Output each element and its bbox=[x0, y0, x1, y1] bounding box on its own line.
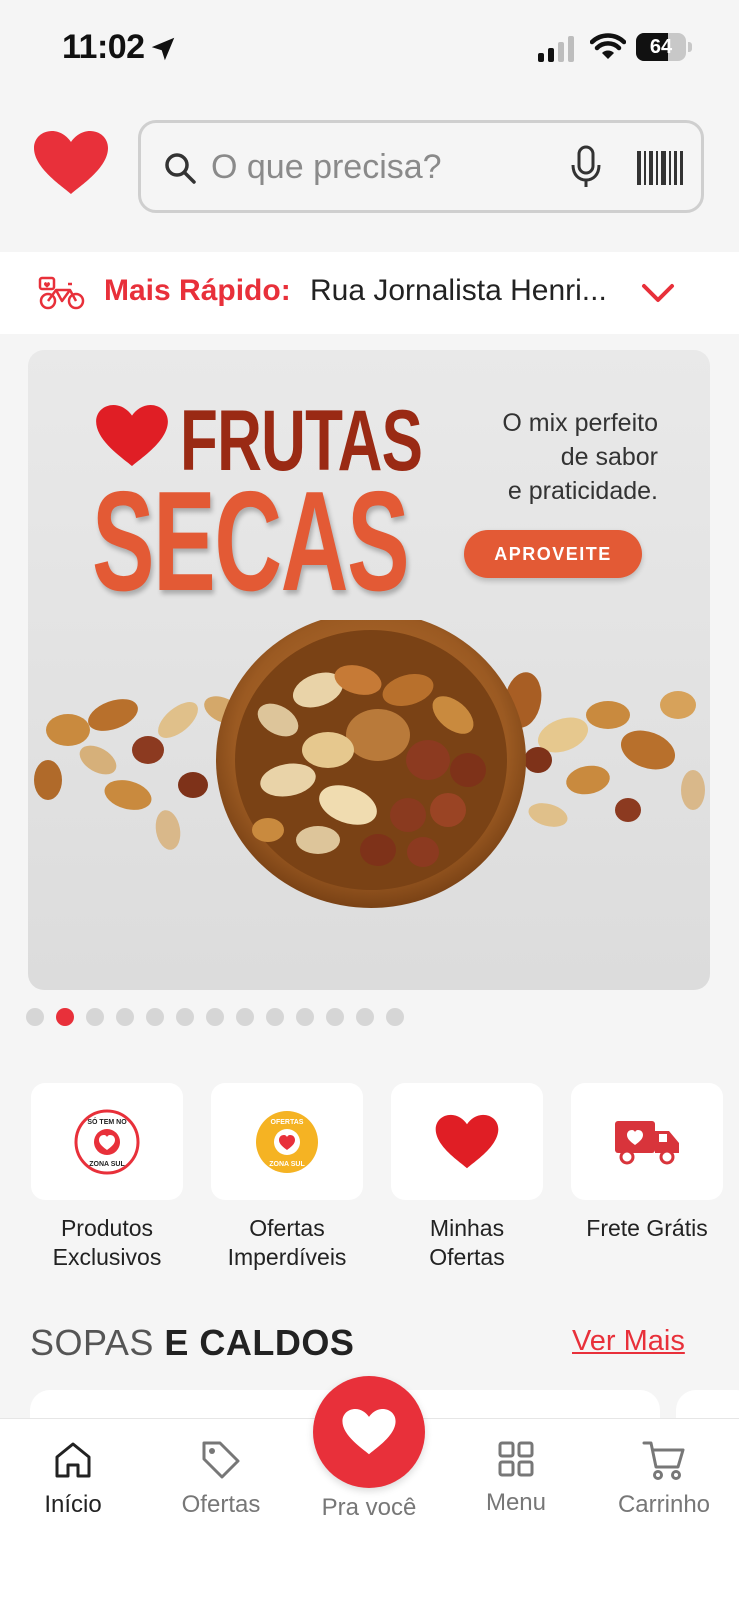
delivery-bike-icon bbox=[38, 276, 85, 310]
carousel-pagination[interactable] bbox=[26, 1008, 404, 1028]
shortcut-card[interactable]: SÓ TEM NO ZONA SUL bbox=[31, 1083, 183, 1200]
price-tag-icon bbox=[202, 1441, 240, 1479]
delivery-address: Rua Jornalista Henri... bbox=[310, 274, 607, 307]
nav-menu-label: Menu bbox=[485, 1489, 547, 1516]
carousel-dot[interactable] bbox=[56, 1008, 74, 1026]
nav-offers-label: Ofertas bbox=[181, 1491, 261, 1518]
banner-heart-icon bbox=[96, 404, 168, 467]
exclusive-badge-icon: SÓ TEM NO ZONA SUL bbox=[74, 1109, 140, 1174]
section-title-bold: E CALDOS bbox=[164, 1322, 355, 1363]
banner-tagline-line3: e praticidade. bbox=[507, 477, 658, 505]
wifi-icon bbox=[590, 33, 626, 59]
banner-title-line2: SECAS bbox=[92, 462, 410, 621]
carousel-dot[interactable] bbox=[326, 1008, 344, 1026]
svg-text:ZONA SUL: ZONA SUL bbox=[89, 1161, 125, 1168]
nav-for-you-label: Pra você bbox=[321, 1494, 417, 1521]
delivery-address-selector[interactable]: Mais Rápido: Rua Jornalista Henri... bbox=[0, 252, 739, 334]
nav-home-label: Início bbox=[44, 1491, 102, 1518]
carousel-dot[interactable] bbox=[116, 1008, 134, 1026]
banner-tagline-line2: de sabor bbox=[560, 443, 658, 471]
shortcut-label-line1: Frete Grátis bbox=[586, 1215, 708, 1241]
carousel-dot[interactable] bbox=[26, 1008, 44, 1026]
search-icon bbox=[165, 153, 196, 184]
shortcut-exclusive-products[interactable]: SÓ TEM NO ZONA SUL Produtos Exclusivos bbox=[31, 1083, 183, 1272]
barcode-scanner-icon[interactable] bbox=[637, 151, 683, 185]
search-input[interactable] bbox=[211, 143, 541, 191]
nav-home[interactable]: Início bbox=[8, 1439, 138, 1519]
shortcut-label-line2: Exclusivos bbox=[52, 1244, 162, 1270]
battery-indicator: 64 bbox=[636, 33, 692, 61]
chevron-down-icon[interactable] bbox=[640, 278, 676, 308]
section-title-light: SOPAS bbox=[30, 1322, 154, 1363]
location-arrow-icon bbox=[151, 37, 175, 61]
heart-icon bbox=[435, 1114, 499, 1168]
nav-menu[interactable]: Menu bbox=[451, 1439, 581, 1517]
shortcut-label-line1: Produtos bbox=[60, 1215, 154, 1241]
nuts-bowl-image bbox=[34, 620, 705, 908]
carousel-dot[interactable] bbox=[86, 1008, 104, 1026]
shortcut-label: Minhas Ofertas bbox=[391, 1214, 543, 1272]
shortcut-card[interactable] bbox=[571, 1083, 723, 1200]
svg-text:OFERTAS: OFERTAS bbox=[271, 1119, 304, 1126]
shortcut-label: Produtos Exclusivos bbox=[31, 1214, 183, 1272]
svg-text:ZONA SUL: ZONA SUL bbox=[269, 1161, 305, 1168]
status-time: 11:02 bbox=[62, 28, 145, 66]
see-more-link[interactable]: Ver Mais bbox=[572, 1325, 685, 1358]
nav-cart-label: Carrinho bbox=[617, 1491, 711, 1518]
svg-text:SÓ TEM NO: SÓ TEM NO bbox=[87, 1117, 127, 1126]
shortcut-label: Frete Grátis bbox=[571, 1214, 723, 1243]
banner-cta-button[interactable]: APROVEITE bbox=[464, 530, 642, 578]
delivery-mode-label: Mais Rápido: bbox=[104, 274, 291, 307]
cellular-signal-icon bbox=[538, 36, 574, 62]
nav-cart[interactable]: Carrinho bbox=[599, 1439, 729, 1519]
status-bar: 11:02 64 bbox=[0, 0, 739, 100]
shortcut-my-offers[interactable]: Minhas Ofertas bbox=[391, 1083, 543, 1272]
section-title: SOPAS E CALDOS bbox=[30, 1322, 354, 1364]
carousel-dot[interactable] bbox=[296, 1008, 314, 1026]
shortcut-unmissable-offers[interactable]: OFERTAS ZONA SUL Ofertas Imperdíveis bbox=[211, 1083, 363, 1272]
offers-badge-icon: OFERTAS ZONA SUL bbox=[256, 1110, 318, 1173]
carousel-dot[interactable] bbox=[206, 1008, 224, 1026]
brand-heart-logo[interactable] bbox=[32, 130, 110, 196]
nav-offers[interactable]: Ofertas bbox=[156, 1439, 286, 1519]
banner-tagline-line1: O mix perfeito bbox=[502, 409, 658, 437]
shortcut-card[interactable]: OFERTAS ZONA SUL bbox=[211, 1083, 363, 1200]
carousel-dot[interactable] bbox=[386, 1008, 404, 1026]
microphone-icon[interactable] bbox=[569, 145, 603, 189]
shortcut-card[interactable] bbox=[391, 1083, 543, 1200]
delivery-truck-icon bbox=[615, 1120, 679, 1164]
shortcut-label-line1: Minhas bbox=[429, 1215, 505, 1241]
carousel-dot[interactable] bbox=[146, 1008, 164, 1026]
carousel-dot[interactable] bbox=[266, 1008, 284, 1026]
carousel-dot[interactable] bbox=[356, 1008, 374, 1026]
shortcut-label: Ofertas Imperdíveis bbox=[211, 1214, 363, 1272]
shortcut-label-line1: Ofertas bbox=[249, 1215, 325, 1241]
heart-icon bbox=[342, 1409, 396, 1455]
shortcut-label-line2: Imperdíveis bbox=[227, 1244, 347, 1270]
carousel-dot[interactable] bbox=[236, 1008, 254, 1026]
carousel-dot[interactable] bbox=[176, 1008, 194, 1026]
home-icon bbox=[55, 1442, 91, 1478]
banner-tagline: O mix perfeito de sabor e praticidade. bbox=[428, 406, 658, 508]
shortcut-label-line2: Ofertas bbox=[429, 1244, 505, 1270]
shopping-cart-icon bbox=[642, 1441, 685, 1480]
search-bar[interactable] bbox=[138, 120, 704, 213]
promo-banner[interactable]: FRUTAS SECAS O mix perfeito de sabor e p… bbox=[28, 350, 710, 990]
nav-for-you-button[interactable] bbox=[313, 1376, 425, 1488]
shortcut-free-shipping[interactable]: Frete Grátis bbox=[571, 1083, 723, 1243]
battery-level-text: 64 bbox=[649, 36, 673, 58]
grid-menu-icon bbox=[498, 1441, 534, 1477]
